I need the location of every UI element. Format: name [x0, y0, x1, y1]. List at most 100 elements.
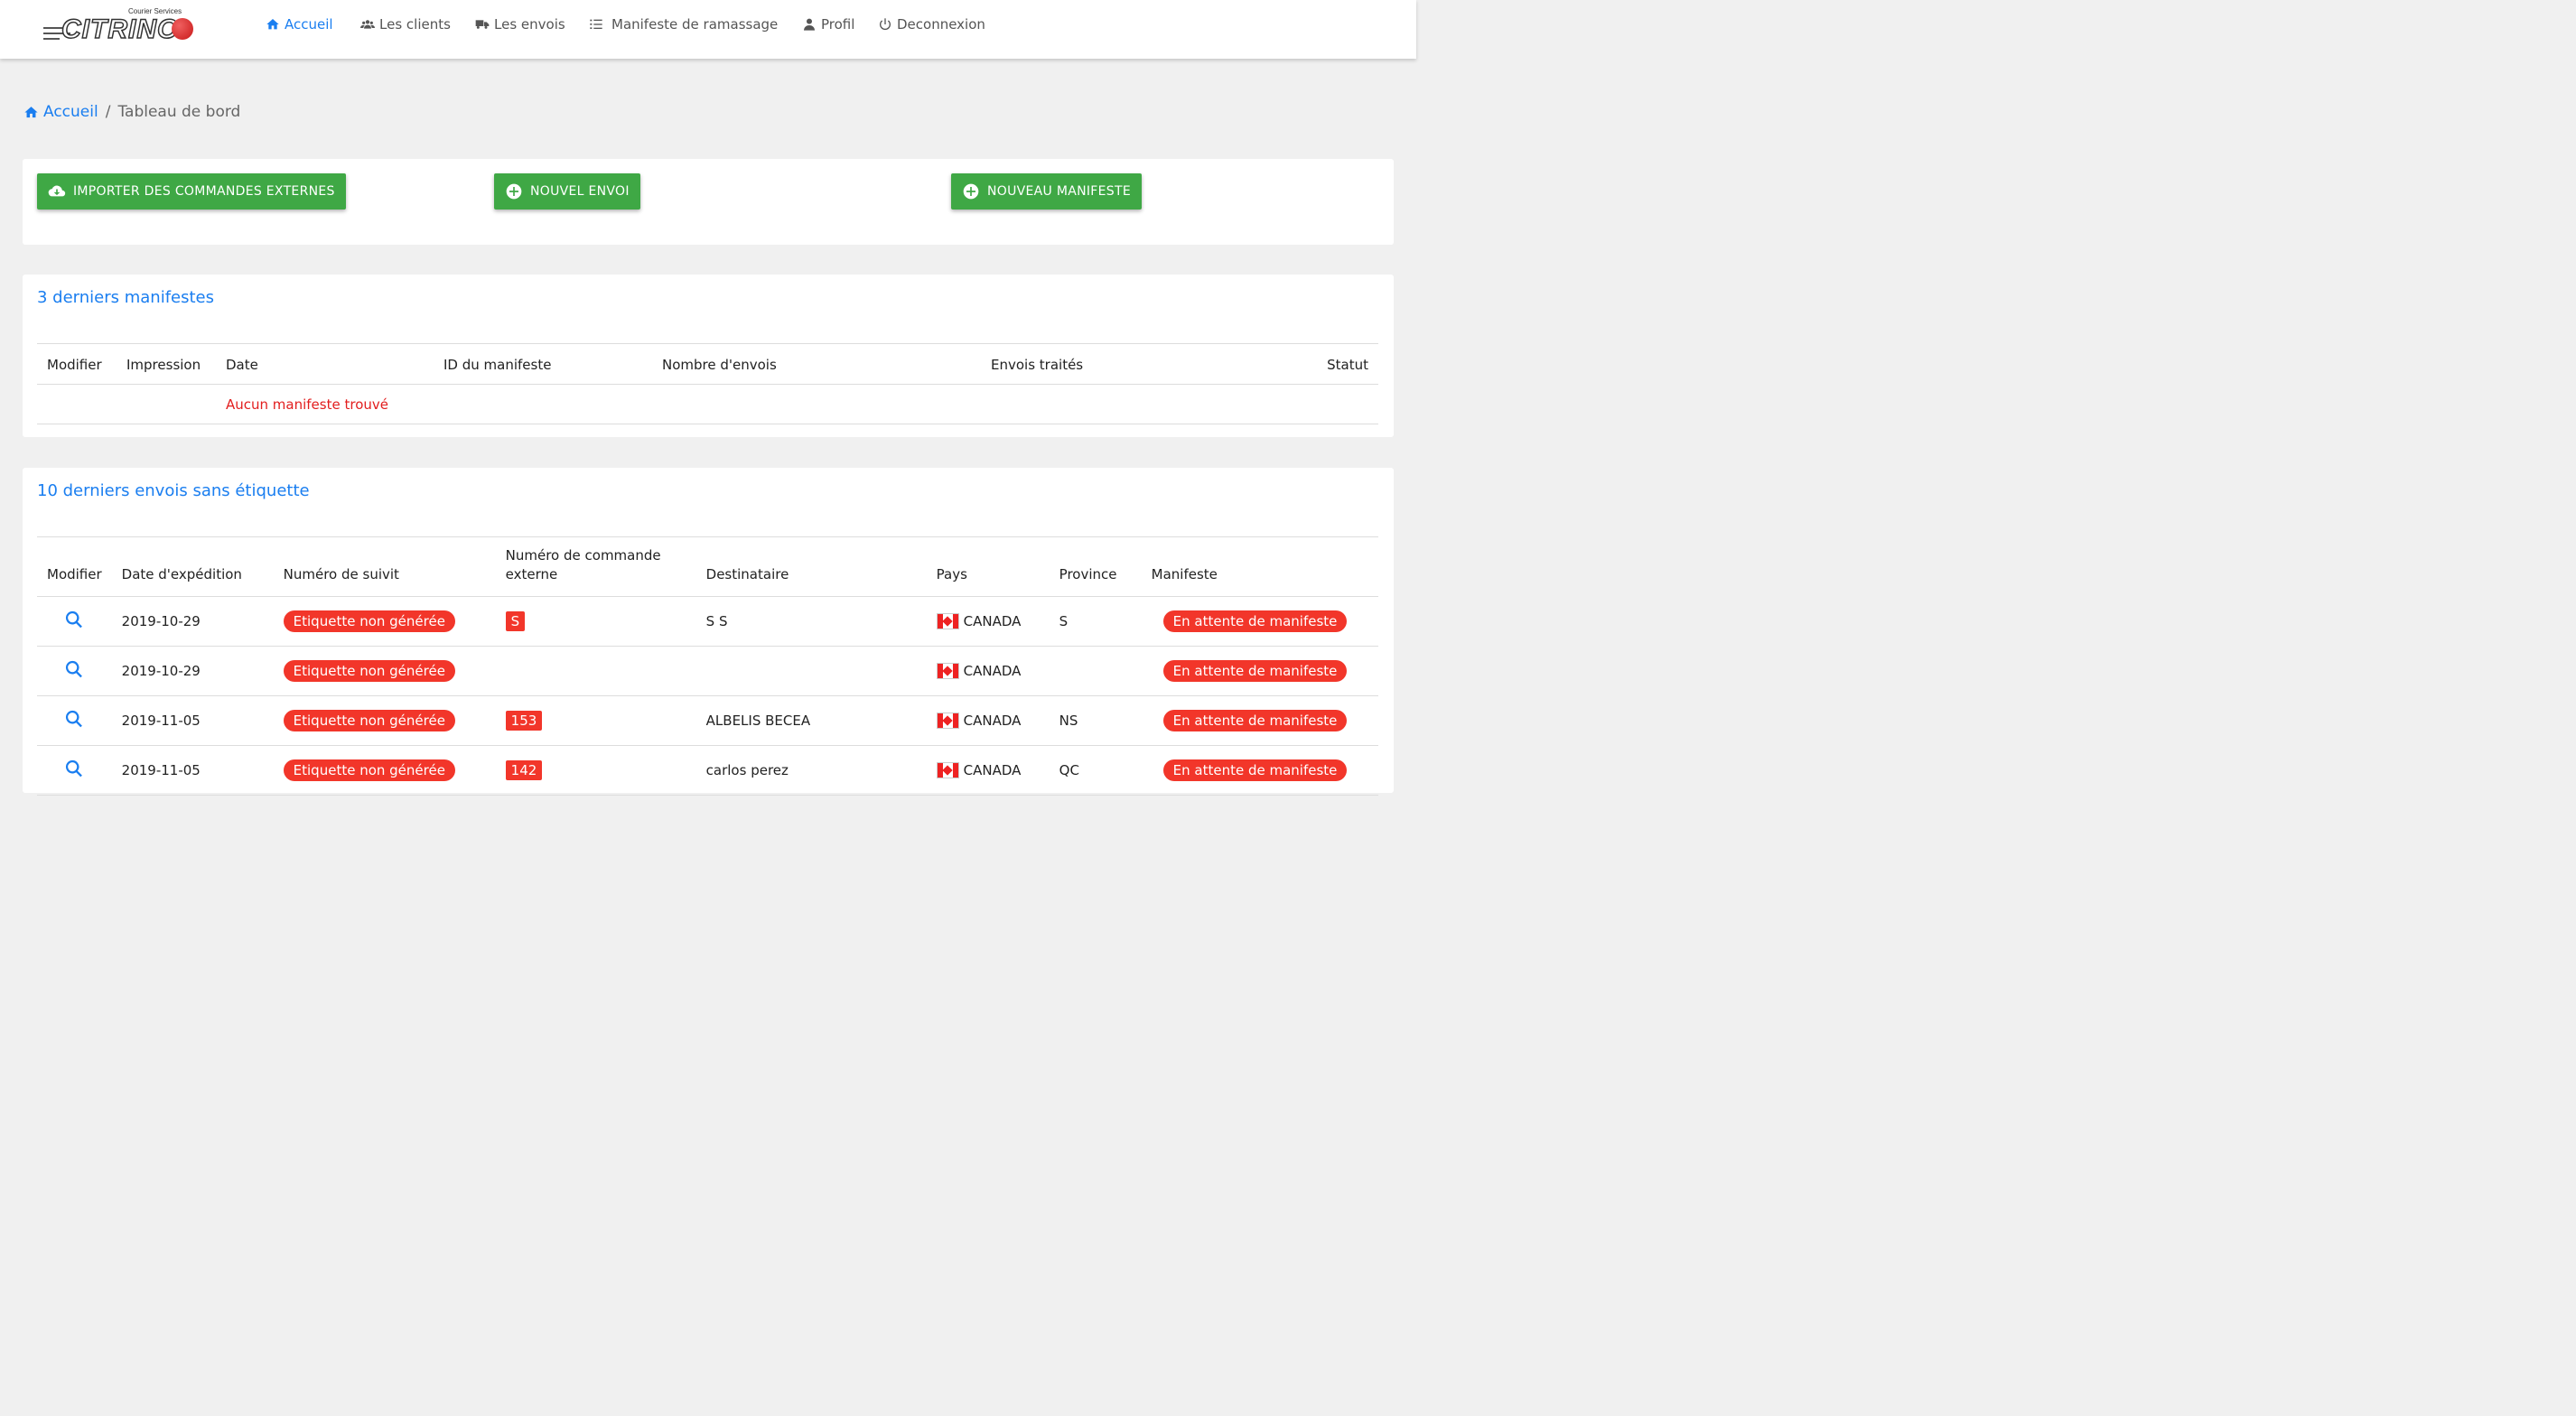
recipient: S S [705, 613, 728, 629]
actions-card: IMPORTER DES COMMANDES EXTERNES NOUVEL E… [23, 159, 1394, 245]
nav-item-label: Les clients [379, 16, 451, 33]
province [1050, 647, 1142, 696]
new-manifest-button[interactable]: NOUVEAU MANIFESTE [951, 173, 1142, 210]
manifest-status-badge: En attente de manifeste [1162, 610, 1348, 632]
nav-item-label: Deconnexion [897, 16, 985, 33]
nav-item-label: Manifeste de ramassage [611, 16, 779, 33]
brand-logo[interactable]: Courier Services CITRINO [38, 7, 193, 45]
edit-cell[interactable] [37, 647, 112, 696]
manifests-title: 3 derniers manifestes [37, 288, 215, 307]
tracking-status-badge: Etiquette non générée [283, 759, 455, 781]
breadcrumb-separator: / [105, 103, 111, 121]
column-header: Envois traités [991, 357, 1084, 373]
edit-cell[interactable] [37, 597, 112, 647]
table-header-row: Modifier Impression Date ID du manifeste… [37, 343, 1378, 385]
plus-circle-icon [506, 183, 522, 200]
breadcrumb-current: Tableau de bord [117, 103, 241, 121]
list-icon [590, 19, 602, 29]
table-row: 2019-10-29 Etiquette non générée CANADA … [37, 647, 1378, 696]
nav-item-deconnexion[interactable]: Deconnexion [878, 16, 985, 33]
plus-circle-icon [963, 183, 979, 200]
column-header: Nombre d'envois [662, 357, 777, 373]
search-icon[interactable] [64, 659, 84, 679]
table-row: Aucun manifeste trouvé [37, 385, 1378, 424]
province: S [1059, 613, 1069, 629]
search-icon[interactable] [64, 610, 84, 629]
breadcrumb: Accueil / Tableau de bord [23, 103, 240, 121]
canada-flag-icon [936, 762, 959, 778]
country: CANADA [963, 713, 1022, 729]
logo-ball-icon [172, 18, 193, 40]
empty-message: Aucun manifeste trouvé [226, 396, 388, 413]
column-header: Modifier [47, 357, 102, 373]
column-header: Impression [126, 357, 201, 373]
nav-item-clients[interactable]: Les clients [360, 16, 451, 33]
canada-flag-icon [936, 663, 959, 679]
nav-item-label: Accueil [285, 16, 333, 33]
edit-cell[interactable] [37, 696, 112, 746]
column-header: Date [226, 357, 258, 373]
shipments-title: 10 derniers envois sans étiquette [37, 481, 310, 500]
edit-cell[interactable] [37, 746, 112, 796]
users-icon [360, 20, 375, 29]
shipments-card: 10 derniers envois sans étiquette Modifi… [23, 468, 1394, 796]
tracking-status-badge: Etiquette non générée [283, 610, 455, 632]
manifests-card: 3 derniers manifestes Modifier Impressio… [23, 275, 1394, 437]
new-shipment-button[interactable]: NOUVEL ENVOI [494, 173, 640, 210]
column-header: Manifeste [1151, 566, 1218, 582]
recipient: ALBELIS BECEA [705, 713, 811, 729]
cloud-download-icon [48, 185, 66, 197]
province: NS [1059, 713, 1078, 729]
table-row: 2019-10-29 Etiquette non générée S S S C… [37, 597, 1378, 647]
breadcrumb-home[interactable]: Accueil [23, 103, 98, 121]
tracking-status-badge: Etiquette non générée [283, 710, 455, 731]
recipient [696, 647, 927, 696]
manifest-status-badge: En attente de manifeste [1162, 759, 1348, 781]
ship-date: 2019-11-05 [121, 762, 201, 778]
manifest-status-badge: En attente de manifeste [1162, 710, 1348, 731]
column-header: Modifier [47, 566, 102, 582]
country: CANADA [963, 762, 1022, 778]
nav-item-envois[interactable]: Les envois [475, 16, 565, 33]
column-header: Destinataire [705, 566, 789, 582]
tracking-status-badge: Etiquette non générée [283, 660, 455, 682]
table-row: 2019-11-05 Etiquette non générée 153 ALB… [37, 696, 1378, 746]
province: QC [1059, 762, 1079, 778]
search-icon[interactable] [64, 759, 84, 778]
ship-date: 2019-10-29 [121, 663, 201, 679]
manifests-table: Modifier Impression Date ID du manifeste… [37, 343, 1378, 424]
country: CANADA [963, 613, 1022, 629]
new-shipment-label: NOUVEL ENVOI [530, 184, 630, 199]
top-navbar: Courier Services CITRINO Accueil Les cli… [0, 0, 1416, 59]
search-icon[interactable] [64, 709, 84, 729]
new-manifest-label: NOUVEAU MANIFESTE [987, 184, 1131, 199]
table-header-row: Modifier Date d'expédition Numéro de sui… [37, 536, 1378, 597]
nav-item-accueil[interactable]: Accueil [266, 16, 333, 33]
nav-item-label: Profil [821, 16, 855, 33]
ship-date: 2019-10-29 [121, 613, 201, 629]
ship-date: 2019-11-05 [121, 713, 201, 729]
canada-flag-icon [936, 613, 959, 629]
order-number-badge: 142 [505, 760, 543, 780]
import-orders-button[interactable]: IMPORTER DES COMMANDES EXTERNES [37, 173, 346, 210]
column-header: Province [1059, 566, 1117, 582]
manifest-status-badge: En attente de manifeste [1162, 660, 1348, 682]
column-header: Numéro de suivit [283, 566, 399, 582]
nav-item-manifeste[interactable]: Manifeste de ramassage [589, 16, 778, 33]
table-row: 2019-11-05 Etiquette non générée 142 car… [37, 746, 1378, 796]
nav-item-label: Les envois [494, 16, 565, 33]
canada-flag-icon [936, 713, 959, 729]
breadcrumb-home-label: Accueil [43, 103, 98, 121]
column-header: Statut [1327, 357, 1368, 373]
order-number-badge: S [505, 611, 526, 631]
column-header: Date d'expédition [121, 566, 242, 582]
brand-name: CITRINO [61, 14, 180, 45]
recipient: carlos perez [705, 762, 789, 778]
column-header: Numéro de commande externe [505, 547, 661, 582]
column-header: ID du manifeste [443, 357, 552, 373]
nav-item-profil[interactable]: Profil [802, 16, 854, 33]
truck-icon [475, 20, 490, 29]
power-icon [880, 18, 891, 31]
shipments-table: Modifier Date d'expédition Numéro de sui… [37, 536, 1378, 796]
country: CANADA [963, 663, 1022, 679]
